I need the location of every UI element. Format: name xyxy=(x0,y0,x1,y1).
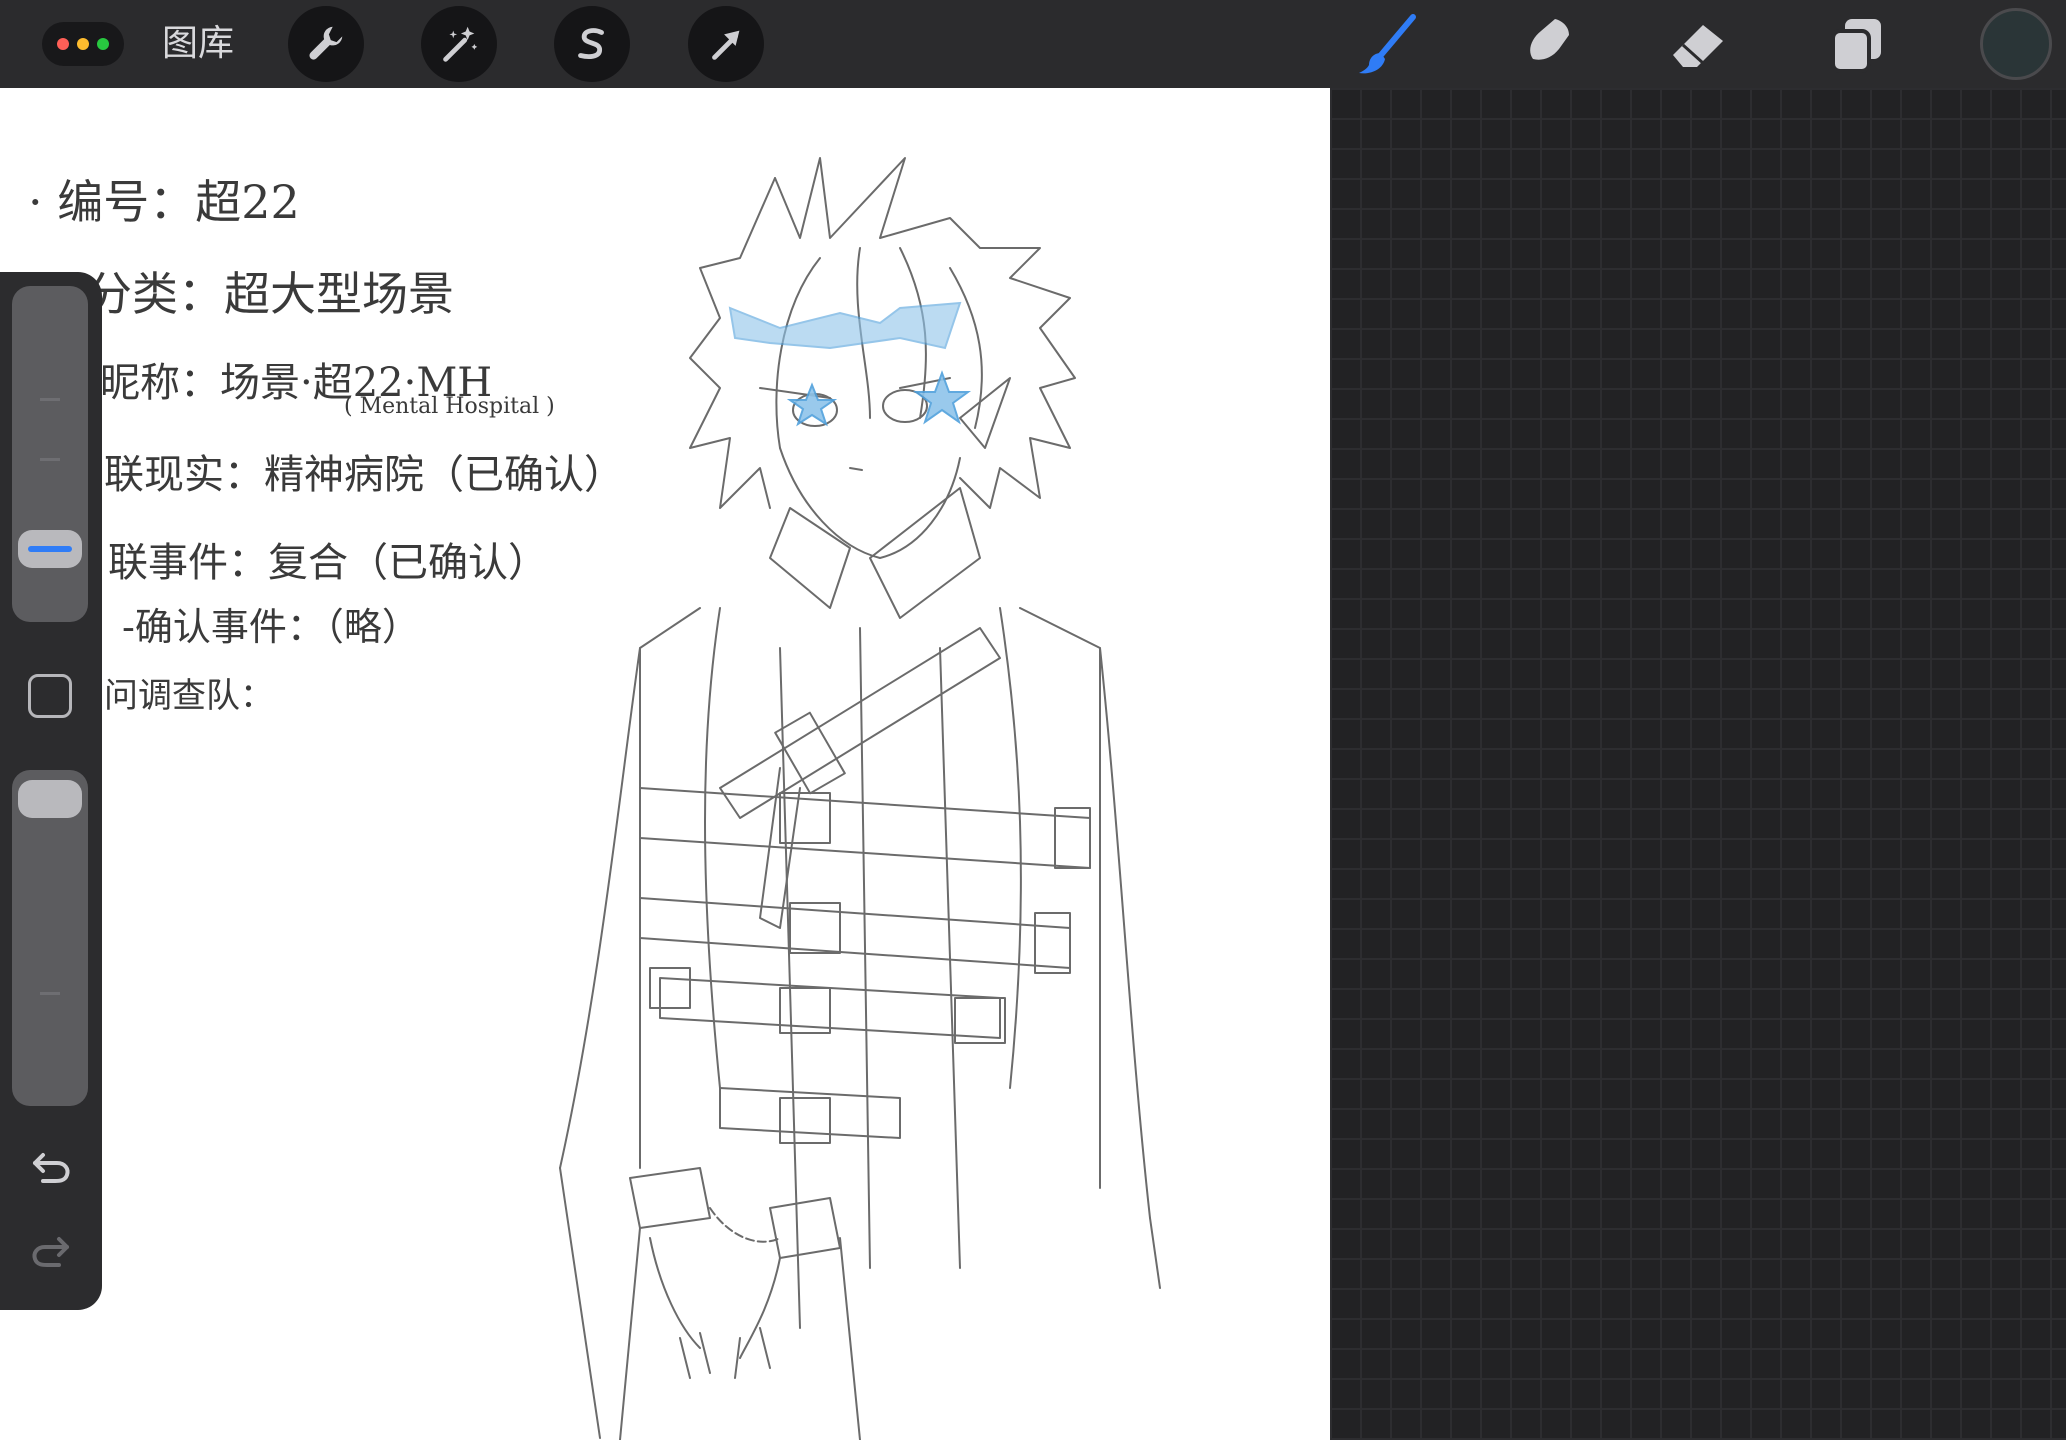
selection-button[interactable] xyxy=(554,6,630,82)
actions-button[interactable] xyxy=(288,6,364,82)
wrench-icon xyxy=(309,26,343,60)
slider-tick xyxy=(40,458,60,461)
paint-button[interactable] xyxy=(1352,10,1422,80)
brush-size-slider[interactable] xyxy=(12,286,88,622)
left-sidebar xyxy=(0,272,102,1310)
adjustments-button[interactable] xyxy=(421,6,497,82)
brush-size-indicator xyxy=(28,546,72,552)
arrow-cursor-icon xyxy=(712,30,740,60)
drawing-canvas[interactable]: · 编号：超22 分类：超大型场景 昵称：场景·超22·MH ( Mental … xyxy=(0,88,1330,1440)
layers-button[interactable] xyxy=(1822,10,1892,80)
more-options-button[interactable] xyxy=(42,22,124,66)
brush-icon xyxy=(1359,14,1416,74)
magic-wand-icon xyxy=(443,26,478,62)
opacity-slider[interactable] xyxy=(12,770,88,1106)
redo-button[interactable] xyxy=(26,1226,76,1276)
slider-tick xyxy=(40,398,60,401)
dot-yellow-icon xyxy=(77,38,89,50)
modify-button[interactable] xyxy=(28,674,72,718)
undo-button[interactable] xyxy=(26,1142,76,1192)
slider-tick xyxy=(40,992,60,995)
eraser-button[interactable] xyxy=(1664,10,1734,80)
layers-icon xyxy=(1831,19,1881,73)
gallery-button[interactable]: 图库 xyxy=(162,20,234,68)
eraser-icon xyxy=(1673,25,1723,67)
undo-icon xyxy=(33,1153,70,1183)
dot-green-icon xyxy=(97,38,109,50)
top-toolbar: 图库 xyxy=(0,0,2066,88)
selection-icon xyxy=(578,28,604,59)
brush-size-thumb[interactable] xyxy=(18,530,82,568)
opacity-thumb[interactable] xyxy=(18,780,82,818)
smudge-icon xyxy=(1523,19,1569,73)
canvas-background-grid xyxy=(1330,88,2066,1440)
redo-icon xyxy=(32,1237,69,1267)
character-sketch xyxy=(559,157,1161,1440)
color-picker-button[interactable] xyxy=(1980,8,2052,80)
transform-button[interactable] xyxy=(688,6,764,82)
dot-red-icon xyxy=(57,38,69,50)
smudge-button[interactable] xyxy=(1508,10,1578,80)
